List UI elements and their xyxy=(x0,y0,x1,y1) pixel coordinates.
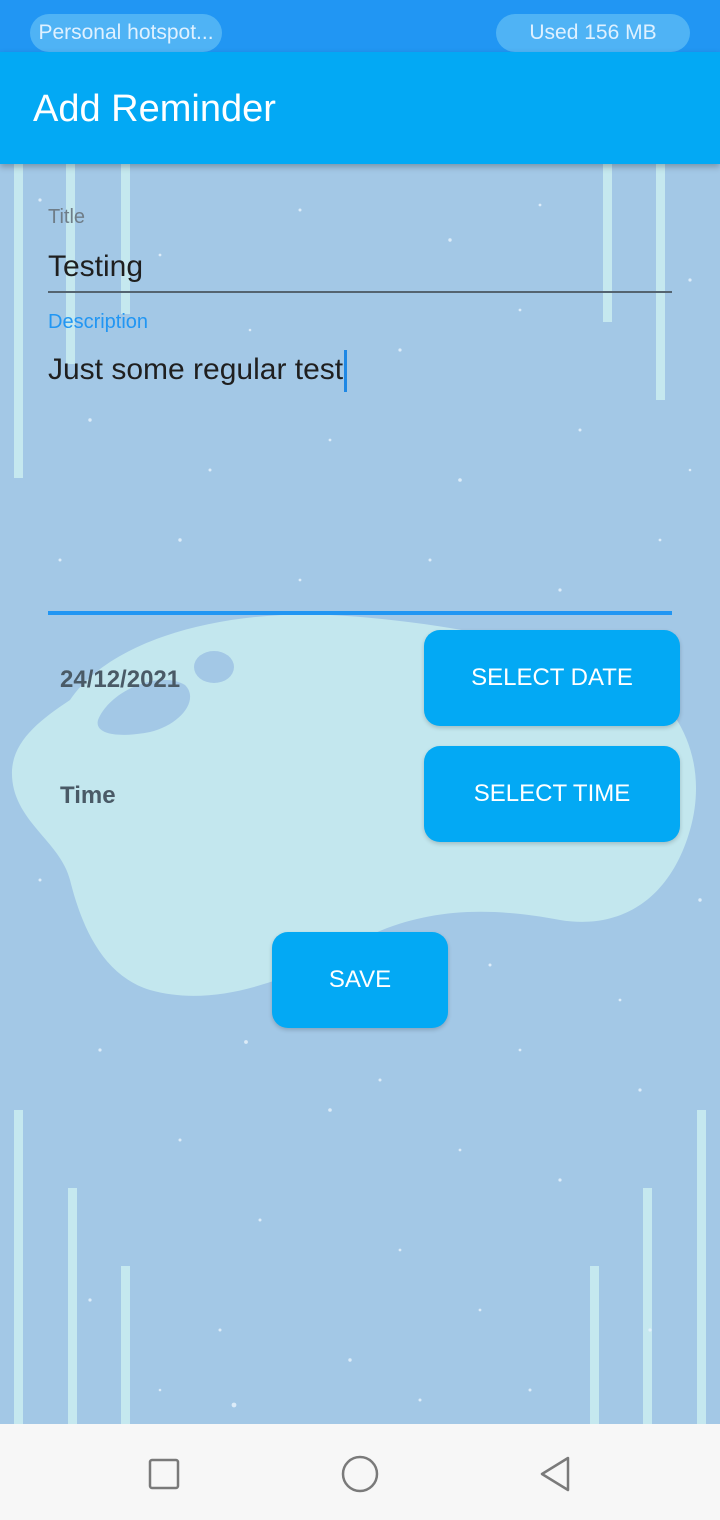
select-time-button[interactable]: SELECT TIME xyxy=(424,746,680,842)
text-cursor xyxy=(344,350,348,392)
navigation-bar xyxy=(0,1424,720,1520)
select-date-label: SELECT DATE xyxy=(471,664,633,691)
select-date-button[interactable]: SELECT DATE xyxy=(424,630,680,726)
page-title: Add Reminder xyxy=(33,88,276,130)
save-label: SAVE xyxy=(328,966,392,993)
title-field-label: Title xyxy=(48,206,86,228)
select-time-label: SELECT TIME xyxy=(473,780,631,807)
time-value: Time xyxy=(60,782,116,809)
recents-square-icon[interactable] xyxy=(142,1452,186,1496)
description-input[interactable]: Just some regular test xyxy=(48,350,672,610)
hotspot-label: Personal hotspot... xyxy=(38,21,214,44)
data-usage-pill[interactable]: Used 156 MB xyxy=(496,14,690,52)
description-field-label: Description xyxy=(48,311,149,333)
home-circle-icon[interactable] xyxy=(338,1452,382,1496)
app-bar: Add Reminder xyxy=(0,52,720,164)
date-value: 24/12/2021 xyxy=(60,666,181,693)
description-text: Just some regular test xyxy=(48,352,344,386)
save-button[interactable]: SAVE xyxy=(272,932,448,1028)
status-bar: Personal hotspot... Used 156 MB xyxy=(0,0,720,52)
reminder-form: Title Testing Description Just some regu… xyxy=(0,164,720,1424)
title-input[interactable]: Testing xyxy=(48,250,672,292)
hotspot-pill[interactable]: Personal hotspot... xyxy=(30,14,222,52)
back-triangle-icon[interactable] xyxy=(534,1452,578,1496)
title-underline xyxy=(48,291,672,293)
data-usage-label: Used 156 MB xyxy=(529,21,657,44)
description-underline xyxy=(48,611,672,615)
